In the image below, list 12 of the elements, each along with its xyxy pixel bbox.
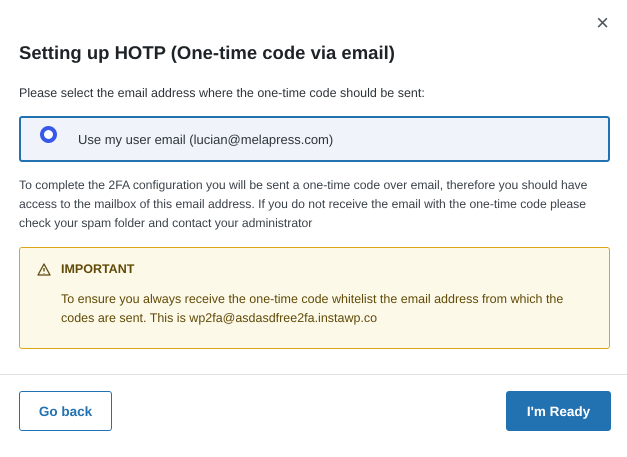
notice-heading: IMPORTANT — [61, 262, 134, 276]
email-option[interactable]: Use my user email (lucian@melapress.com) — [19, 116, 610, 162]
radio-button[interactable] — [40, 126, 57, 143]
ready-button[interactable]: I'm Ready — [506, 391, 611, 431]
description-text: To complete the 2FA configuration you will be sent a one-time code over email, therefore you should have access to the mailbox of this email address. If you do not receive the email with the one-time code please check your spam folder and contact your administrator — [19, 177, 588, 232]
close-button[interactable]: × — [594, 12, 611, 34]
prompt-text: Please select the email address where the one-time code should be sent: — [19, 86, 426, 100]
dialog-title: Setting up HOTP (One-time code via email) — [19, 42, 396, 64]
warning-icon — [37, 262, 51, 276]
notice-text: To ensure you always receive the one-time code whitelist the email address from which the codes are sent. This is wp2fa@asdasdfree2fa.instawp.co — [61, 291, 564, 327]
option-label: Use my user email (lucian@melapress.com) — [78, 132, 334, 146]
back-button[interactable]: Go back — [19, 391, 112, 431]
